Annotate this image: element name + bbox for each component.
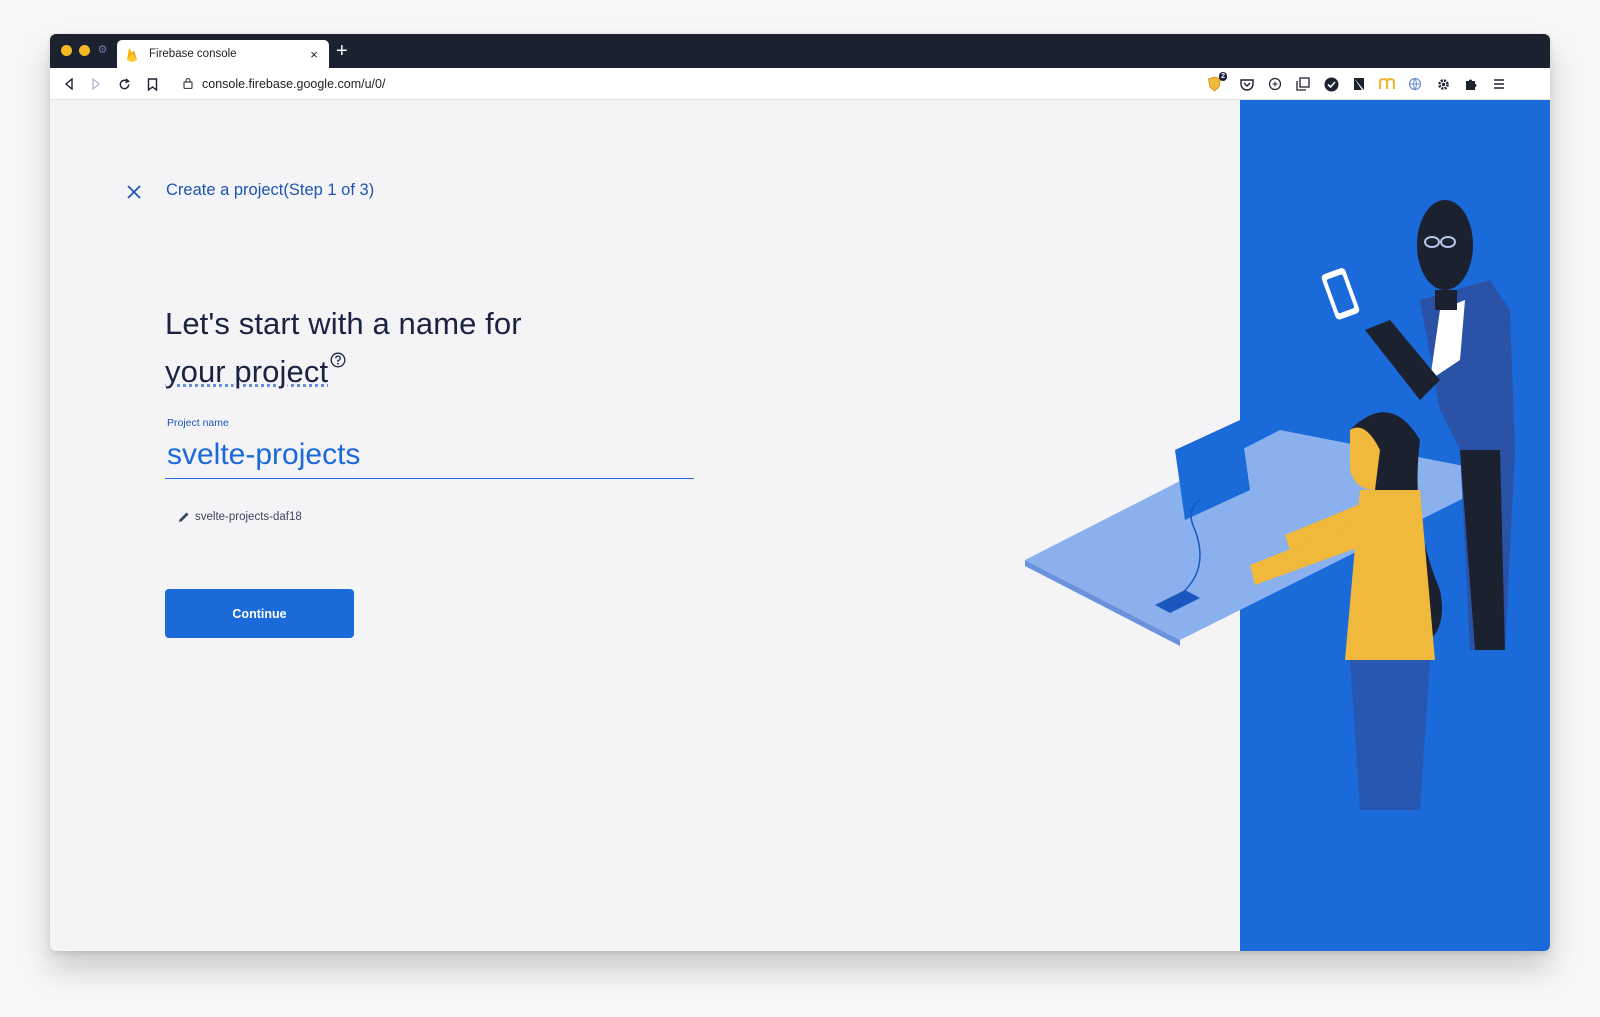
address-bar: console.firebase.google.com/u/0/ 2 — [50, 68, 1550, 100]
copy-icon[interactable] — [1294, 75, 1312, 93]
lock-icon — [183, 77, 193, 89]
browser-tab-firebase[interactable]: Firebase console × — [117, 40, 329, 68]
tab-title: Firebase console — [149, 48, 237, 60]
reload-icon[interactable] — [115, 75, 133, 93]
check-circle-icon[interactable] — [1322, 75, 1340, 93]
continue-button[interactable]: Continue — [165, 589, 354, 638]
tab-close-icon[interactable]: × — [307, 47, 321, 62]
gear-icon[interactable] — [1434, 75, 1452, 93]
window-minimize-dot[interactable] — [79, 45, 90, 56]
tab-strip: ⚙ Firebase console × + — [50, 34, 1550, 68]
notion-icon[interactable] — [1350, 75, 1368, 93]
m-extension-icon[interactable] — [1378, 75, 1396, 93]
browser-window: ⚙ Firebase console × + console.firebase.… — [50, 34, 1550, 951]
help-icon[interactable] — [330, 352, 346, 368]
heading-line-1: Let's start with a name for — [165, 306, 522, 341]
project-id-text: svelte-projects-daf18 — [195, 511, 302, 523]
window-zoom-dot[interactable]: ⚙ — [97, 45, 108, 56]
close-icon[interactable] — [124, 182, 144, 202]
people-at-desk-illustration — [1025, 200, 1515, 810]
project-id-edit[interactable]: svelte-projects-daf18 — [178, 511, 302, 523]
heading-line-2-text: your project — [165, 354, 329, 389]
url-text[interactable]: console.firebase.google.com/u/0/ — [202, 77, 385, 91]
firebase-icon — [127, 48, 137, 62]
step-label: Create a project(Step 1 of 3) — [166, 181, 375, 199]
bookmark-icon[interactable] — [143, 75, 161, 93]
brave-shield-icon[interactable]: 2 — [1205, 72, 1227, 93]
back-icon[interactable] — [60, 75, 78, 93]
pocket-icon[interactable] — [1238, 75, 1256, 93]
new-tab-button[interactable]: + — [336, 39, 348, 63]
window-close-dot[interactable] — [61, 45, 72, 56]
menu-icon[interactable] — [1490, 75, 1508, 93]
heading-line-2: your project — [165, 348, 605, 396]
puzzle-extensions-icon[interactable] — [1462, 75, 1480, 93]
sync-icon[interactable] — [1266, 75, 1284, 93]
pencil-icon — [179, 512, 189, 522]
extension-badge: 2 — [1219, 72, 1227, 81]
page-content: Create a project(Step 1 of 3) Let's star… — [50, 100, 1550, 951]
project-name-label: Project name — [167, 417, 229, 429]
project-name-input[interactable] — [165, 432, 694, 479]
forward-icon[interactable] — [87, 75, 105, 93]
page-title: Let's start with a name for your project — [165, 300, 605, 396]
globe-extension-icon[interactable] — [1406, 75, 1424, 93]
